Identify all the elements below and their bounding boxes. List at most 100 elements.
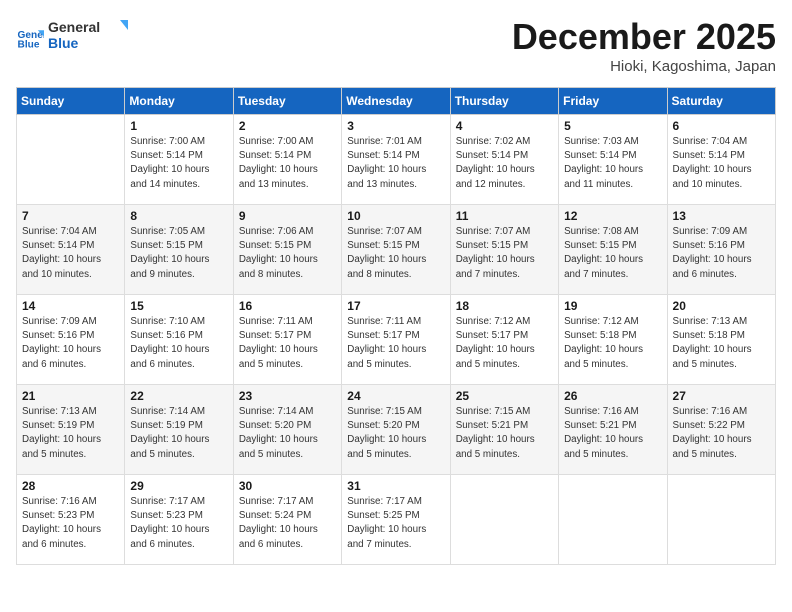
weekday-header: Friday bbox=[559, 88, 667, 115]
calendar-cell: 29Sunrise: 7:17 AM Sunset: 5:23 PM Dayli… bbox=[125, 475, 233, 565]
day-number: 25 bbox=[456, 389, 553, 403]
day-info: Sunrise: 7:15 AM Sunset: 5:21 PM Dayligh… bbox=[456, 405, 553, 462]
calendar-cell: 13 Sunrise: 7:09 AM Sunset: 5:16 PM Dayli… bbox=[667, 205, 775, 295]
day-info: Sunrise: 7:05 AM Sunset: 5:15 PM Dayligh… bbox=[130, 225, 227, 282]
logo-text: General Blue bbox=[48, 16, 138, 59]
location: Hioki, Kagoshima, Japan bbox=[512, 58, 776, 75]
calendar-cell bbox=[450, 475, 558, 565]
calendar-cell: 4 Sunrise: 7:02 AM Sunset: 5:14 PM Daylig… bbox=[450, 115, 558, 205]
calendar-table: SundayMondayTuesdayWednesdayThursdayFrid… bbox=[16, 87, 776, 565]
weekday-header: Saturday bbox=[667, 88, 775, 115]
day-number: 9 bbox=[239, 209, 336, 223]
weekday-header: Monday bbox=[125, 88, 233, 115]
day-number: 10 bbox=[347, 209, 444, 223]
calendar-week-row: 1 Sunrise: 7:00 AM Sunset: 5:14 PM Daylig… bbox=[17, 115, 776, 205]
day-number: 6 bbox=[673, 119, 770, 133]
calendar-cell: 2 Sunrise: 7:00 AM Sunset: 5:14 PM Daylig… bbox=[233, 115, 341, 205]
day-number: 3 bbox=[347, 119, 444, 133]
day-number: 18 bbox=[456, 299, 553, 313]
calendar-cell: 20 Sunrise: 7:13 AM Sunset: 5:18 PM Dayli… bbox=[667, 295, 775, 385]
day-info: Sunrise: 7:14 AM Sunset: 5:19 PM Dayligh… bbox=[130, 405, 227, 462]
calendar-cell: 17 Sunrise: 7:11 AM Sunset: 5:17 PM Dayli… bbox=[342, 295, 450, 385]
day-number: 23 bbox=[239, 389, 336, 403]
day-info: Sunrise: 7:09 AM Sunset: 5:16 PM Dayligh… bbox=[22, 315, 119, 372]
logo: General Blue General Blue bbox=[16, 16, 138, 59]
calendar-cell: 12 Sunrise: 7:08 AM Sunset: 5:15 PM Dayli… bbox=[559, 205, 667, 295]
calendar-cell: 27 Sunrise: 7:16 AM Sunset: 5:22 PM Dayli… bbox=[667, 385, 775, 475]
day-number: 20 bbox=[673, 299, 770, 313]
calendar-cell bbox=[667, 475, 775, 565]
calendar-cell bbox=[559, 475, 667, 565]
day-number: 17 bbox=[347, 299, 444, 313]
day-info: Sunrise: 7:10 AM Sunset: 5:16 PM Dayligh… bbox=[130, 315, 227, 372]
calendar-cell: 16 Sunrise: 7:11 AM Sunset: 5:17 PM Dayli… bbox=[233, 295, 341, 385]
header-row: SundayMondayTuesdayWednesdayThursdayFrid… bbox=[17, 88, 776, 115]
day-info: Sunrise: 7:14 AM Sunset: 5:20 PM Dayligh… bbox=[239, 405, 336, 462]
weekday-header: Thursday bbox=[450, 88, 558, 115]
day-info: Sunrise: 7:13 AM Sunset: 5:18 PM Dayligh… bbox=[673, 315, 770, 372]
title-block: December 2025 Hioki, Kagoshima, Japan bbox=[512, 16, 776, 75]
logo-icon: General Blue bbox=[16, 24, 44, 52]
day-number: 8 bbox=[130, 209, 227, 223]
day-info: Sunrise: 7:15 AM Sunset: 5:20 PM Dayligh… bbox=[347, 405, 444, 462]
day-info: Sunrise: 7:00 AM Sunset: 5:14 PM Dayligh… bbox=[130, 135, 227, 192]
day-number: 16 bbox=[239, 299, 336, 313]
calendar-cell: 23 Sunrise: 7:14 AM Sunset: 5:20 PM Dayli… bbox=[233, 385, 341, 475]
svg-text:Blue: Blue bbox=[48, 35, 79, 51]
calendar-cell: 28 Sunrise: 7:16 AM Sunset: 5:23 PM Dayli… bbox=[17, 475, 125, 565]
day-info: Sunrise: 7:17 AM Sunset: 5:23 PM Dayligh… bbox=[130, 495, 227, 552]
day-info: Sunrise: 7:01 AM Sunset: 5:14 PM Dayligh… bbox=[347, 135, 444, 192]
calendar-cell: 9 Sunrise: 7:06 AM Sunset: 5:15 PM Daylig… bbox=[233, 205, 341, 295]
day-number: 30 bbox=[239, 479, 336, 493]
day-info: Sunrise: 7:11 AM Sunset: 5:17 PM Dayligh… bbox=[239, 315, 336, 372]
day-info: Sunrise: 7:13 AM Sunset: 5:19 PM Dayligh… bbox=[22, 405, 119, 462]
calendar-cell: 5 Sunrise: 7:03 AM Sunset: 5:14 PM Daylig… bbox=[559, 115, 667, 205]
svg-text:General: General bbox=[48, 19, 100, 35]
day-info: Sunrise: 7:04 AM Sunset: 5:14 PM Dayligh… bbox=[22, 225, 119, 282]
day-info: Sunrise: 7:02 AM Sunset: 5:14 PM Dayligh… bbox=[456, 135, 553, 192]
calendar-cell: 3 Sunrise: 7:01 AM Sunset: 5:14 PM Daylig… bbox=[342, 115, 450, 205]
day-number: 28 bbox=[22, 479, 119, 493]
calendar-cell: 15 Sunrise: 7:10 AM Sunset: 5:16 PM Dayli… bbox=[125, 295, 233, 385]
calendar-week-row: 28 Sunrise: 7:16 AM Sunset: 5:23 PM Dayli… bbox=[17, 475, 776, 565]
day-number: 4 bbox=[456, 119, 553, 133]
day-info: Sunrise: 7:16 AM Sunset: 5:23 PM Dayligh… bbox=[22, 495, 119, 552]
day-number: 15 bbox=[130, 299, 227, 313]
day-number: 22 bbox=[130, 389, 227, 403]
day-info: Sunrise: 7:17 AM Sunset: 5:25 PM Dayligh… bbox=[347, 495, 444, 552]
day-info: Sunrise: 7:03 AM Sunset: 5:14 PM Dayligh… bbox=[564, 135, 661, 192]
day-info: Sunrise: 7:09 AM Sunset: 5:16 PM Dayligh… bbox=[673, 225, 770, 282]
day-info: Sunrise: 7:11 AM Sunset: 5:17 PM Dayligh… bbox=[347, 315, 444, 372]
day-number: 11 bbox=[456, 209, 553, 223]
weekday-header: Wednesday bbox=[342, 88, 450, 115]
calendar-week-row: 7 Sunrise: 7:04 AM Sunset: 5:14 PM Daylig… bbox=[17, 205, 776, 295]
day-number: 24 bbox=[347, 389, 444, 403]
day-info: Sunrise: 7:00 AM Sunset: 5:14 PM Dayligh… bbox=[239, 135, 336, 192]
day-number: 12 bbox=[564, 209, 661, 223]
day-info: Sunrise: 7:06 AM Sunset: 5:15 PM Dayligh… bbox=[239, 225, 336, 282]
day-info: Sunrise: 7:17 AM Sunset: 5:24 PM Dayligh… bbox=[239, 495, 336, 552]
calendar-cell: 24 Sunrise: 7:15 AM Sunset: 5:20 PM Dayli… bbox=[342, 385, 450, 475]
day-number: 7 bbox=[22, 209, 119, 223]
svg-text:Blue: Blue bbox=[18, 39, 40, 50]
day-info: Sunrise: 7:07 AM Sunset: 5:15 PM Dayligh… bbox=[347, 225, 444, 282]
day-info: Sunrise: 7:12 AM Sunset: 5:17 PM Dayligh… bbox=[456, 315, 553, 372]
calendar-cell: 1 Sunrise: 7:00 AM Sunset: 5:14 PM Daylig… bbox=[125, 115, 233, 205]
day-number: 1 bbox=[130, 119, 227, 133]
calendar-cell: 14 Sunrise: 7:09 AM Sunset: 5:16 PM Dayli… bbox=[17, 295, 125, 385]
day-number: 31 bbox=[347, 479, 444, 493]
calendar-cell: 19Sunrise: 7:12 AM Sunset: 5:18 PM Dayli… bbox=[559, 295, 667, 385]
day-info: Sunrise: 7:12 AM Sunset: 5:18 PM Dayligh… bbox=[564, 315, 661, 372]
day-number: 27 bbox=[673, 389, 770, 403]
calendar-cell: 22 Sunrise: 7:14 AM Sunset: 5:19 PM Dayli… bbox=[125, 385, 233, 475]
calendar-cell: 8 Sunrise: 7:05 AM Sunset: 5:15 PM Daylig… bbox=[125, 205, 233, 295]
month-title: December 2025 bbox=[512, 16, 776, 58]
day-number: 13 bbox=[673, 209, 770, 223]
day-info: Sunrise: 7:08 AM Sunset: 5:15 PM Dayligh… bbox=[564, 225, 661, 282]
day-number: 2 bbox=[239, 119, 336, 133]
day-number: 26 bbox=[564, 389, 661, 403]
day-info: Sunrise: 7:16 AM Sunset: 5:22 PM Dayligh… bbox=[673, 405, 770, 462]
day-number: 5 bbox=[564, 119, 661, 133]
day-info: Sunrise: 7:16 AM Sunset: 5:21 PM Dayligh… bbox=[564, 405, 661, 462]
day-number: 14 bbox=[22, 299, 119, 313]
